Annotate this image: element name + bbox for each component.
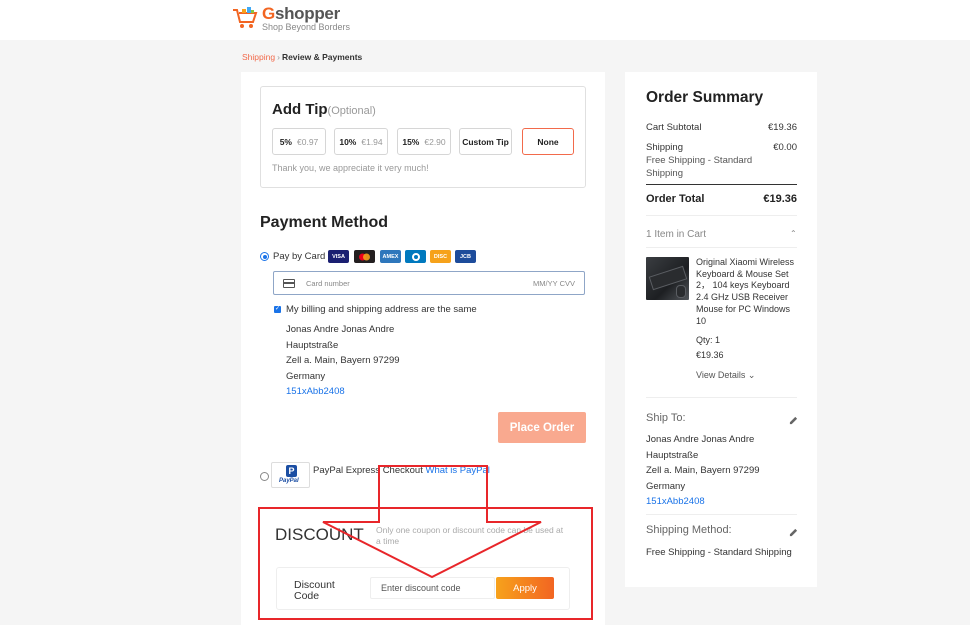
paypal-logo-text: PayPal	[279, 478, 299, 484]
pay-by-card-radio[interactable]	[260, 252, 269, 261]
billing-city: Zell a. Main, Bayern 97299	[286, 355, 400, 366]
product-name[interactable]: Original Xiaomi Wireless Keyboard & Mous…	[696, 257, 800, 327]
summary-divider	[646, 215, 797, 216]
breadcrumb: Shipping › Review & Payments	[242, 52, 362, 62]
tip-amount: €2.90	[424, 136, 446, 147]
tip-title: Add Tip(Optional)	[272, 101, 376, 118]
payment-method-title: Payment Method	[260, 214, 389, 231]
tip-optional-label: (Optional)	[327, 105, 376, 117]
cart-subtotal-row: Cart Subtotal €19.36	[646, 122, 797, 133]
site-header: Gshopper Shop Beyond Borders	[0, 0, 970, 40]
place-order-button[interactable]: Place Order	[498, 412, 586, 443]
view-details-link[interactable]: View Details ⌄	[696, 370, 755, 381]
tip-thanks-text: Thank you, we appreciate it very much!	[272, 163, 429, 173]
amex-icon: AMEX	[380, 250, 401, 263]
paypal-p-icon: P	[286, 465, 297, 477]
shipping-row: Shipping €0.00	[646, 142, 797, 153]
breadcrumb-separator: ›	[277, 52, 280, 62]
paypal-radio[interactable]	[260, 472, 269, 481]
discount-title: DISCOUNT	[275, 525, 364, 544]
brand-name: Gshopper	[262, 4, 340, 23]
tip-percent: 10%	[339, 136, 357, 147]
cart-subtotal-label: Cart Subtotal	[646, 122, 702, 133]
ship-to-country: Germany	[646, 481, 686, 492]
shipping-label: Shipping	[646, 142, 683, 153]
discover-icon: DISC	[430, 250, 451, 263]
discount-code-input[interactable]	[370, 577, 495, 599]
edit-ship-to-pencil-icon[interactable]	[789, 416, 798, 425]
order-total-row: Order Total €19.36	[646, 193, 797, 205]
diners-icon	[405, 250, 426, 263]
discount-note: Only one coupon or discount code can be …	[376, 525, 564, 546]
same-address-checkbox[interactable]: ✓	[274, 306, 281, 313]
paypal-express-label[interactable]: PayPal Express Checkout What is PayPal	[313, 465, 490, 476]
chevron-up-icon[interactable]: ⌃	[790, 229, 797, 238]
ship-to-name: Jonas Andre Jonas Andre	[646, 434, 755, 445]
summary-divider	[646, 397, 797, 398]
ship-to-city: Zell a. Main, Bayern 97299	[646, 465, 760, 476]
cart-subtotal-value: €19.36	[767, 122, 797, 133]
shopping-cart-logo-icon	[233, 7, 258, 28]
what-is-paypal-link[interactable]: What is PayPal	[425, 465, 489, 476]
ship-to-title: Ship To:	[646, 412, 686, 424]
breadcrumb-current: Review & Payments	[281, 52, 363, 62]
credit-card-icon	[283, 279, 295, 288]
ship-to-phone[interactable]: 151xAbb2408	[646, 496, 705, 507]
shipping-value: €0.00	[773, 142, 797, 153]
billing-name: Jonas Andre Jonas Andre	[286, 324, 395, 335]
billing-country: Germany	[286, 371, 326, 382]
no-tip-button[interactable]: None	[522, 128, 574, 155]
product-price: €19.36	[696, 350, 724, 360]
pay-by-card-label[interactable]: Pay by Card	[273, 251, 325, 262]
product-thumbnail[interactable]	[646, 257, 689, 300]
diners-circle-icon	[411, 252, 420, 261]
tip-option-15-button[interactable]: 15% €2.90	[397, 128, 451, 155]
order-total-label: Order Total	[646, 193, 705, 205]
same-address-label[interactable]: My billing and shipping address are the …	[286, 304, 477, 315]
billing-phone[interactable]: 151xAbb2408	[286, 386, 345, 397]
summary-divider	[646, 514, 797, 515]
edit-shipping-method-pencil-icon[interactable]	[789, 528, 798, 537]
discount-code-label: Discount Code	[294, 579, 335, 602]
tip-amount: €1.94	[361, 136, 383, 147]
jcb-icon: JCB	[455, 250, 476, 263]
shipping-method-note: Free Shipping - Standard Shipping	[646, 155, 753, 179]
summary-divider	[646, 247, 797, 248]
tip-amount: €0.97	[297, 136, 319, 147]
paypal-express-text: PayPal Express Checkout	[313, 465, 423, 476]
discount-code-row: Discount Code Apply	[276, 567, 570, 610]
order-total-value: €19.36	[763, 193, 797, 205]
card-number-placeholder: Card number	[306, 279, 350, 288]
items-in-cart-toggle[interactable]: 1 Item in Cart	[646, 229, 706, 240]
visa-icon: VISA	[328, 250, 349, 263]
mastercard-icon	[354, 250, 375, 263]
tip-section: Add Tip(Optional) 5% €0.97 10% €1.94 15% €2…	[260, 86, 586, 188]
card-number-field[interactable]: Card number MM/YY CVV	[273, 271, 585, 295]
tip-option-5-button[interactable]: 5% €0.97	[272, 128, 326, 155]
brand-tagline: Shop Beyond Borders	[262, 22, 351, 32]
breadcrumb-shipping-link[interactable]: Shipping	[242, 52, 275, 62]
product-qty: Qty: 1	[696, 335, 721, 345]
mastercard-circles-icon	[359, 253, 370, 260]
shipping-method-title: Shipping Method:	[646, 524, 732, 536]
card-expiry-cvv-placeholder: MM/YY CVV	[533, 279, 575, 288]
apply-discount-button[interactable]: Apply	[496, 577, 554, 599]
tip-percent: 5%	[279, 136, 292, 147]
ship-to-street: Hauptstraße	[646, 450, 699, 461]
tip-option-10-button[interactable]: 10% €1.94	[334, 128, 388, 155]
shipping-method-value: Free Shipping - Standard Shipping	[646, 547, 792, 558]
custom-tip-button[interactable]: Custom Tip	[459, 128, 512, 155]
tip-percent: 15%	[402, 136, 420, 147]
billing-street: Hauptstraße	[286, 340, 339, 351]
summary-divider	[646, 184, 797, 185]
paypal-logo: P PayPal	[271, 462, 310, 488]
order-summary-title: Order Summary	[646, 89, 764, 106]
